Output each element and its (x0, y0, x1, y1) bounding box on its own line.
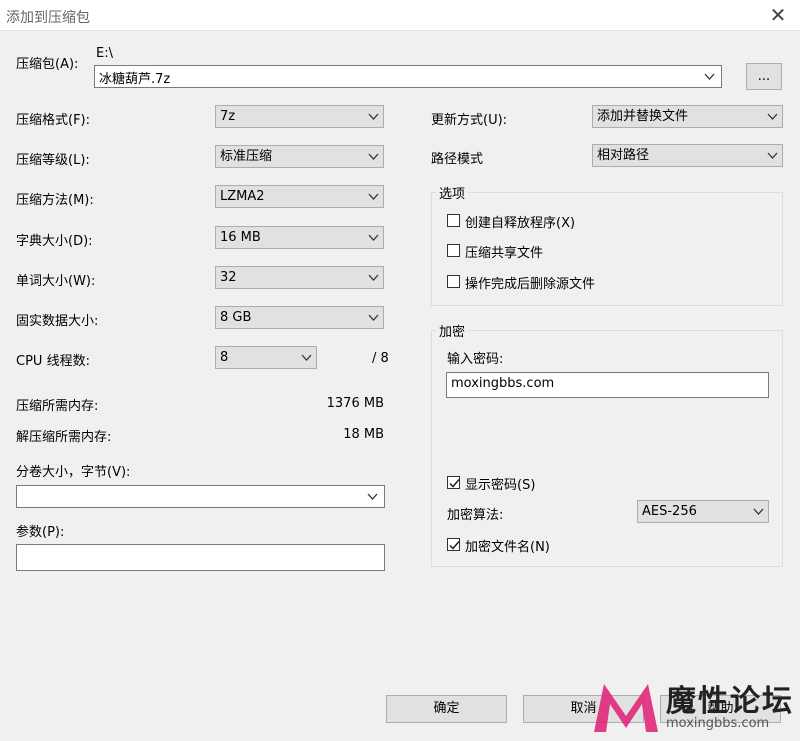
format-value: 7z (220, 109, 236, 124)
dict-select[interactable]: 16 MB (215, 226, 384, 249)
path-mode-value: 相对路径 (597, 148, 650, 163)
chevron-down-icon (301, 354, 312, 361)
threads-select[interactable]: 8 (215, 346, 317, 369)
options-group-title: 选项 (436, 183, 469, 202)
window-title: 添加到压缩包 (6, 10, 90, 26)
show-password-label[interactable]: 显示密码(S) (465, 474, 535, 493)
chevron-down-icon[interactable] (704, 72, 715, 81)
ok-button[interactable]: 确定 (386, 695, 507, 723)
method-select[interactable]: LZMA2 (215, 185, 384, 208)
params-label: 参数(P): (16, 525, 65, 540)
archive-name-value: 冰糖葫芦.7z (99, 72, 171, 87)
browse-button[interactable]: ... (746, 63, 782, 90)
update-mode-select[interactable]: 添加并替换文件 (592, 105, 783, 128)
show-password-checkbox[interactable] (447, 476, 460, 489)
solid-select[interactable]: 8 GB (215, 306, 384, 329)
encryption-group-title: 加密 (436, 321, 469, 340)
chevron-down-icon[interactable] (367, 492, 378, 501)
chevron-down-icon (753, 508, 764, 515)
threads-max: / 8 (372, 351, 389, 366)
threads-label: CPU 线程数: (16, 354, 90, 369)
mem-compress-label: 压缩所需内存: (16, 399, 99, 414)
watermark-logo-icon (594, 684, 658, 732)
delete-checkbox[interactable] (447, 275, 460, 288)
encrypt-names-checkbox[interactable] (447, 538, 460, 551)
shared-checkbox[interactable] (447, 244, 460, 257)
delete-label[interactable]: 操作完成后删除源文件 (465, 273, 595, 292)
method-value: LZMA2 (220, 189, 265, 204)
word-value: 32 (220, 270, 237, 285)
chevron-down-icon (368, 153, 379, 160)
volume-size-combo[interactable] (16, 485, 385, 508)
mem-decompress-label: 解压缩所需内存: (16, 430, 112, 445)
encryption-method-value: AES-256 (642, 504, 697, 519)
solid-label: 固实数据大小: (16, 314, 99, 329)
shared-label[interactable]: 压缩共享文件 (465, 242, 543, 261)
format-select[interactable]: 7z (215, 105, 384, 128)
level-select[interactable]: 标准压缩 (215, 145, 384, 168)
archive-path: E:\ (96, 46, 113, 61)
chevron-down-icon (368, 274, 379, 281)
chevron-down-icon (368, 113, 379, 120)
level-label: 压缩等级(L): (16, 153, 90, 168)
volume-label: 分卷大小，字节(V): (16, 465, 131, 480)
archive-label: 压缩包(A): (16, 57, 79, 72)
check-icon (449, 541, 460, 550)
archive-name-combo[interactable]: 冰糖葫芦.7z (94, 65, 722, 88)
title-bar (0, 0, 800, 31)
check-icon (449, 479, 460, 488)
path-mode-label: 路径模式 (431, 152, 484, 167)
watermark-url: moxingbbs.com (666, 716, 770, 731)
password-label: 输入密码: (447, 352, 504, 367)
update-label: 更新方式(U): (431, 113, 508, 128)
update-mode-value: 添加并替换文件 (597, 109, 689, 124)
params-input[interactable] (16, 544, 385, 571)
dict-value: 16 MB (220, 230, 261, 245)
format-label: 压缩格式(F): (16, 113, 91, 128)
encryption-method-select[interactable]: AES-256 (637, 500, 769, 523)
encryption-method-label: 加密算法: (447, 508, 504, 523)
watermark-text: 魔性论坛 (666, 684, 794, 719)
chevron-down-icon (368, 234, 379, 241)
sfx-label[interactable]: 创建自释放程序(X) (465, 212, 575, 231)
level-value: 标准压缩 (220, 149, 273, 164)
word-label: 单词大小(W): (16, 274, 96, 289)
chevron-down-icon (767, 152, 778, 159)
sfx-checkbox[interactable] (447, 214, 460, 227)
mem-compress-value: 1376 MB (326, 396, 384, 411)
method-label: 压缩方法(M): (16, 193, 94, 208)
password-input[interactable]: moxingbbs.com (446, 372, 769, 398)
chevron-down-icon (368, 193, 379, 200)
close-button[interactable]: ✕ (764, 2, 792, 28)
chevron-down-icon (767, 113, 778, 120)
word-select[interactable]: 32 (215, 266, 384, 289)
encrypt-names-label[interactable]: 加密文件名(N) (465, 536, 550, 555)
mem-decompress-value: 18 MB (343, 427, 384, 442)
threads-value: 8 (220, 350, 229, 365)
path-mode-select[interactable]: 相对路径 (592, 144, 783, 167)
dict-label: 字典大小(D): (16, 234, 93, 249)
solid-value: 8 GB (220, 310, 252, 325)
chevron-down-icon (368, 314, 379, 321)
